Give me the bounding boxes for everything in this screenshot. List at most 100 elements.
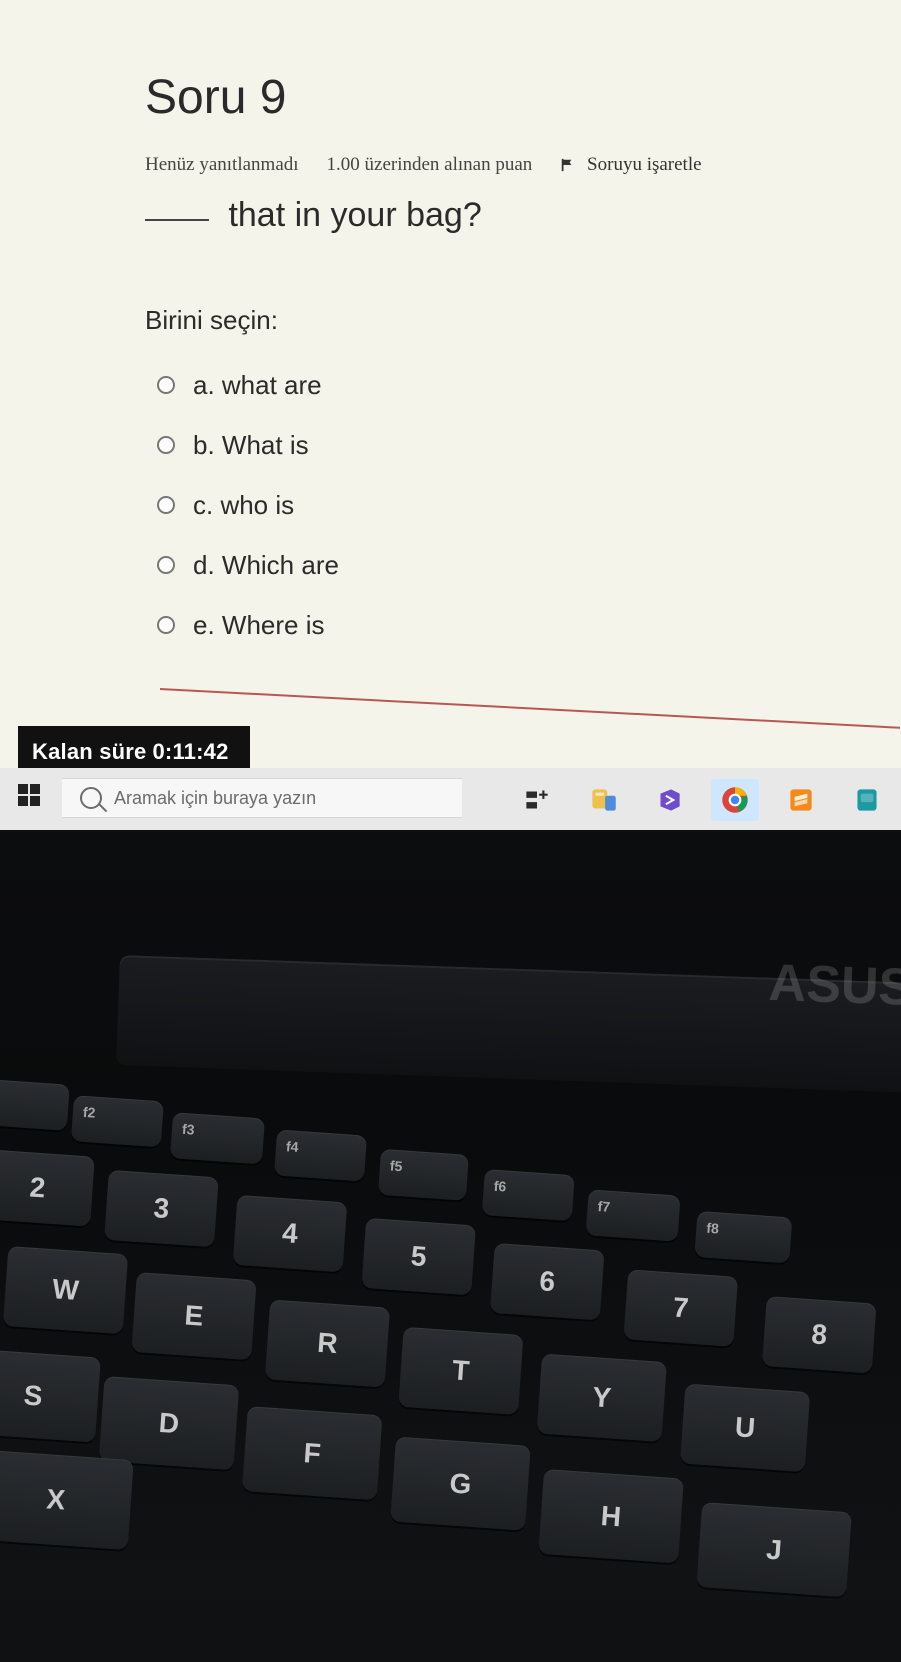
key-f[interactable]: F xyxy=(241,1406,383,1501)
windows-taskbar: Aramak için buraya yazın xyxy=(0,768,901,830)
key-2-label: 2 xyxy=(28,1171,47,1204)
search-icon xyxy=(80,787,102,809)
sublime-text-icon[interactable] xyxy=(777,779,825,821)
key-f2[interactable]: f2 xyxy=(70,1095,164,1148)
answer-option-e[interactable]: e. Where is xyxy=(157,595,339,655)
radio-button-d[interactable] xyxy=(157,556,175,574)
laptop-keyboard: f1 f2 f3 f4 f5 f6 f7 f8 2 3 4 5 6 7 8 W xyxy=(0,1077,899,1662)
sublime-text-glyph xyxy=(790,789,812,811)
visual-studio-icon[interactable] xyxy=(645,779,693,821)
start-tile-4 xyxy=(30,796,40,806)
app-glyph xyxy=(592,789,616,811)
question-title: Soru 9 xyxy=(145,71,287,124)
taskbar-search-box[interactable]: Aramak için buraya yazın xyxy=(62,778,462,818)
key-w[interactable]: W xyxy=(2,1245,129,1335)
key-f4[interactable]: f4 xyxy=(274,1129,368,1182)
app-3-icon[interactable] xyxy=(843,779,891,821)
key-h[interactable]: H xyxy=(538,1468,684,1564)
radio-button-b[interactable] xyxy=(157,436,175,454)
key-j-label: J xyxy=(765,1533,784,1566)
key-s[interactable]: S xyxy=(0,1348,101,1443)
answer-list: a. what are b. What is c. who is d. Whic… xyxy=(157,355,339,655)
key-f3[interactable]: f3 xyxy=(169,1112,265,1165)
task-view-icon[interactable] xyxy=(513,779,561,821)
answer-option-c[interactable]: c. who is xyxy=(157,475,339,535)
key-u[interactable]: U xyxy=(679,1383,811,1473)
flag-question-link[interactable]: Soruyu işaretle xyxy=(560,154,702,176)
answer-label-b: b. What is xyxy=(193,429,309,460)
key-f7-label: f7 xyxy=(597,1198,611,1215)
answer-option-d[interactable]: d. Which are xyxy=(157,535,339,595)
key-y[interactable]: Y xyxy=(536,1353,667,1443)
key-6-label: 6 xyxy=(538,1265,557,1298)
key-f2-label: f2 xyxy=(82,1103,96,1121)
answer-label-a: a. what are xyxy=(193,369,322,400)
laptop-brand-logo: ASUS xyxy=(767,953,901,1017)
radio-button-c[interactable] xyxy=(157,496,175,514)
key-3-label: 3 xyxy=(152,1192,171,1225)
key-x-label: X xyxy=(45,1483,67,1516)
start-tile-3 xyxy=(18,796,28,806)
answer-option-b[interactable]: b. What is xyxy=(157,415,339,475)
key-f1[interactable]: f1 xyxy=(0,1077,70,1131)
windows-start-icon[interactable] xyxy=(18,784,40,806)
taskbar-search-placeholder: Aramak için buraya yazın xyxy=(114,787,317,808)
key-f8-label: f8 xyxy=(705,1219,720,1237)
key-e-label: E xyxy=(183,1299,205,1332)
answer-option-a[interactable]: a. what are xyxy=(157,355,339,415)
app-icon[interactable] xyxy=(579,779,627,821)
task-view-glyph xyxy=(526,790,548,809)
app-3-glyph xyxy=(857,789,877,811)
chrome-glyph xyxy=(722,787,748,813)
radio-button-e[interactable] xyxy=(157,616,175,634)
question-score: 1.00 üzerinden alınan puan xyxy=(326,154,533,175)
taskbar-pinned-icons xyxy=(513,776,901,824)
key-4[interactable]: 4 xyxy=(232,1194,348,1273)
time-remaining-label: Kalan süre xyxy=(32,739,147,764)
quiz-card: Soru 9 Henüz yanıtlanmadı 1.00 üzerinden… xyxy=(145,70,865,640)
choose-one-prompt: Birini seçin: xyxy=(145,305,278,335)
key-f6[interactable]: f6 xyxy=(481,1169,575,1222)
radio-button-a[interactable] xyxy=(157,376,175,394)
time-remaining-value: 0:11:42 xyxy=(152,739,229,764)
key-7-label: 7 xyxy=(671,1291,690,1324)
key-6[interactable]: 6 xyxy=(489,1242,605,1321)
key-8[interactable]: 8 xyxy=(761,1296,877,1374)
question-sentence: that in your bag? xyxy=(228,196,482,234)
flag-question-label: Soruyu işaretle xyxy=(587,154,702,175)
content-divider xyxy=(159,688,901,729)
start-tile-1 xyxy=(18,784,28,794)
key-f8[interactable]: f8 xyxy=(694,1210,793,1264)
key-f5[interactable]: f5 xyxy=(377,1148,469,1201)
question-meta: Henüz yanıtlanmadı 1.00 üzerinden alınan… xyxy=(145,154,702,176)
key-e[interactable]: E xyxy=(131,1272,257,1361)
chrome-icon[interactable] xyxy=(711,779,759,821)
key-f5-label: f5 xyxy=(389,1157,403,1175)
answer-label-c: c. who is xyxy=(193,489,295,520)
key-f-label: F xyxy=(302,1436,322,1469)
key-5[interactable]: 5 xyxy=(361,1217,477,1296)
key-d-label: D xyxy=(157,1406,181,1439)
key-w-label: W xyxy=(51,1273,80,1306)
question-text: that in your bag? xyxy=(145,196,482,235)
question-status: Henüz yanıtlanmadı xyxy=(145,154,299,175)
screen: Soru 9 Henüz yanıtlanmadı 1.00 üzerinden… xyxy=(0,0,901,830)
key-g[interactable]: G xyxy=(390,1436,531,1531)
key-g-label: G xyxy=(448,1466,473,1500)
key-j[interactable]: J xyxy=(696,1502,852,1598)
blank-line xyxy=(145,219,209,221)
key-3[interactable]: 3 xyxy=(104,1169,219,1248)
key-r[interactable]: R xyxy=(264,1299,391,1388)
key-f4-label: f4 xyxy=(285,1138,300,1155)
key-7[interactable]: 7 xyxy=(623,1269,739,1347)
key-8-label: 8 xyxy=(810,1318,829,1351)
key-5-label: 5 xyxy=(409,1240,428,1273)
key-d[interactable]: D xyxy=(98,1376,240,1471)
key-4-label: 4 xyxy=(281,1217,299,1250)
key-x[interactable]: X xyxy=(0,1449,134,1551)
key-2[interactable]: 2 xyxy=(0,1149,95,1227)
key-f6-label: f6 xyxy=(493,1177,507,1195)
key-t[interactable]: T xyxy=(398,1326,524,1415)
key-s-label: S xyxy=(22,1378,44,1412)
key-f7[interactable]: f7 xyxy=(585,1189,681,1242)
